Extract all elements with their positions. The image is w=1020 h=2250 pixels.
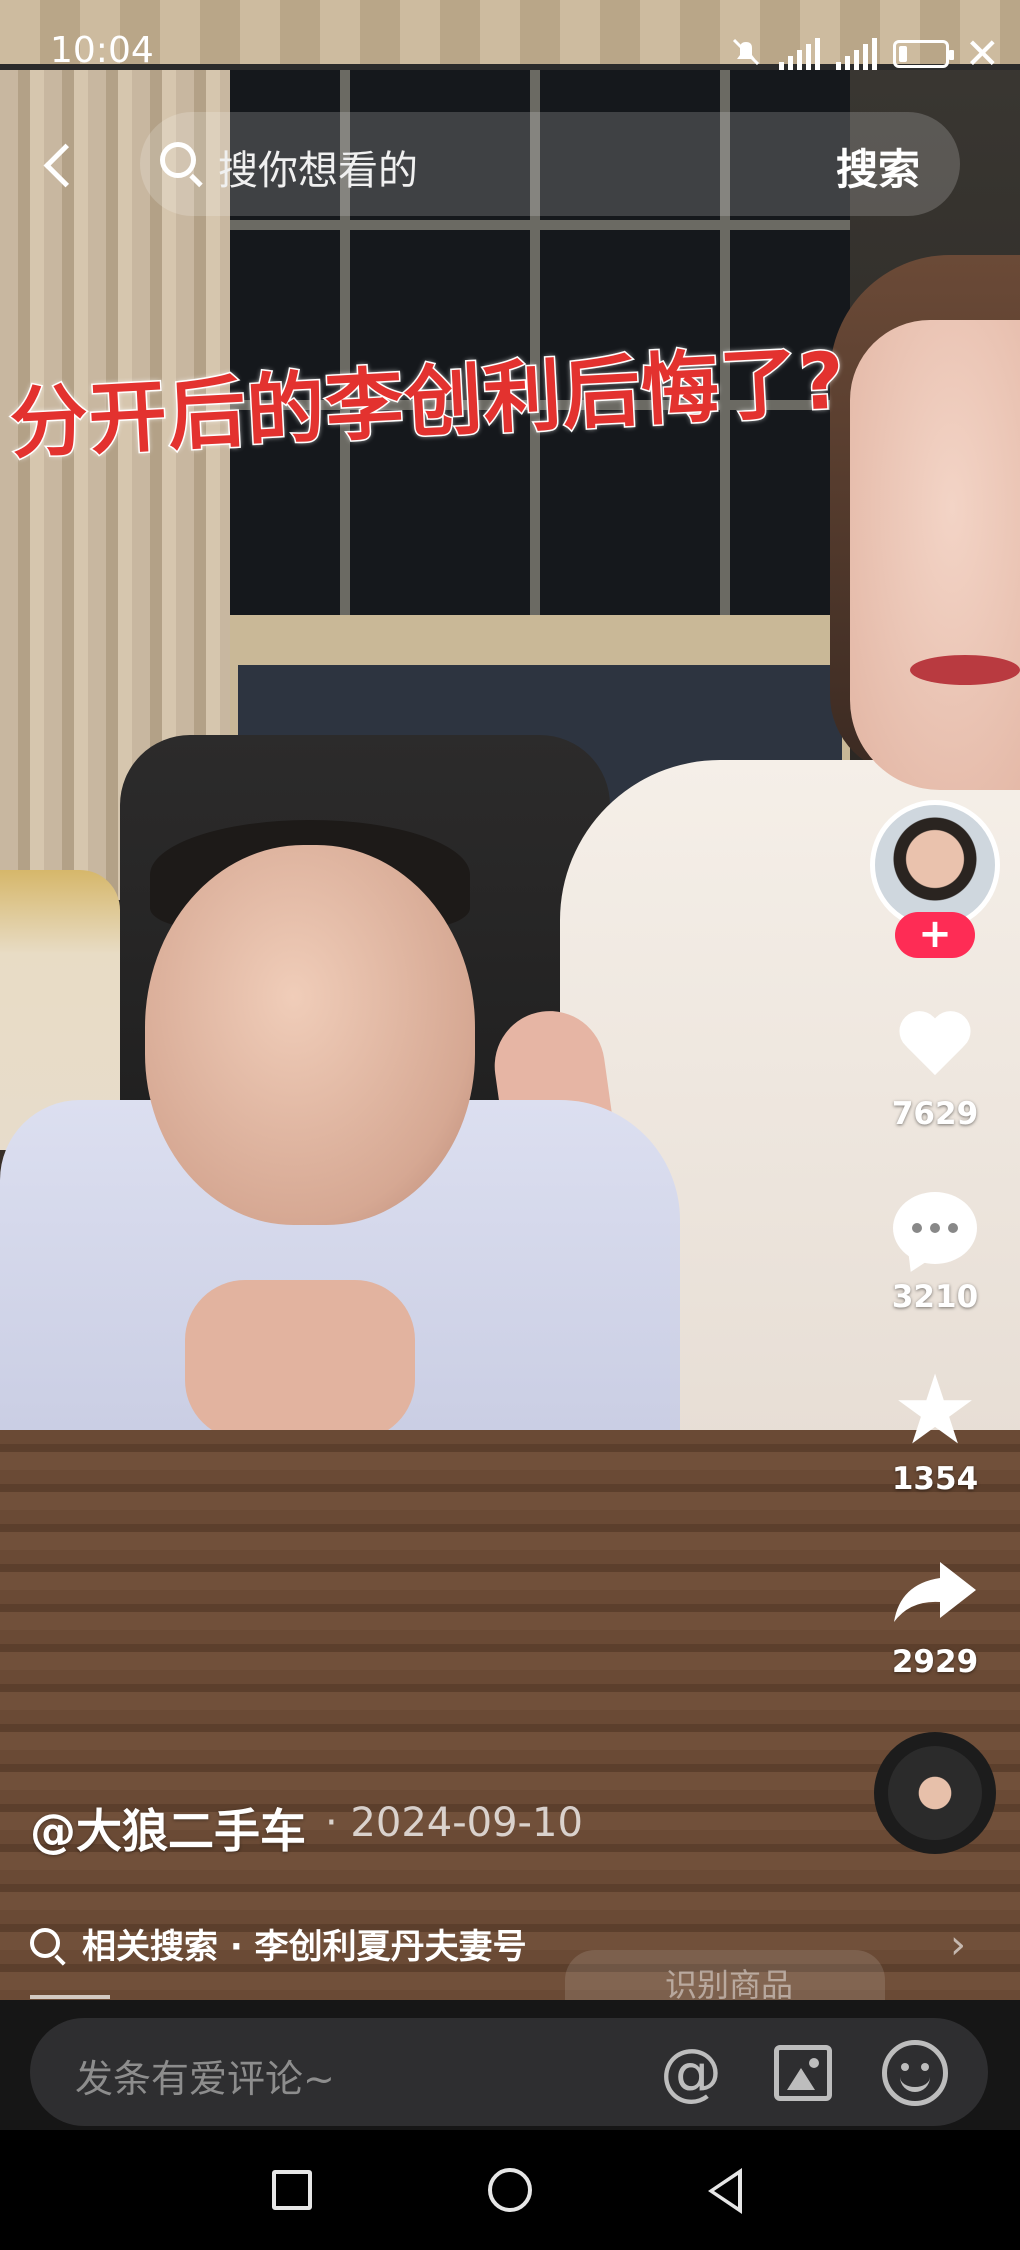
favorite-count: 1354 xyxy=(891,1461,979,1497)
recents-icon[interactable] xyxy=(272,2170,312,2210)
close-icon[interactable]: ✕ xyxy=(965,33,1000,75)
like-count: 7629 xyxy=(891,1096,979,1132)
favorite-button[interactable]: ★ 1354 xyxy=(870,1354,1000,1497)
comment-bar: 发条有爱评论~ @ xyxy=(0,2000,1020,2130)
man-hands xyxy=(185,1280,415,1440)
comment-button[interactable]: 3210 xyxy=(870,1183,1000,1315)
emoji-icon[interactable] xyxy=(882,2040,948,2106)
share-icon xyxy=(890,1556,980,1630)
home-icon[interactable] xyxy=(488,2168,532,2212)
video-player[interactable]: 分开后的李创利后悔了? xyxy=(0,0,1020,2000)
woman-lips xyxy=(910,655,1020,685)
wooden-table xyxy=(0,1430,1020,2000)
comment-count: 3210 xyxy=(891,1279,979,1315)
status-icons: ✕ xyxy=(729,33,1000,75)
search-bar: 搜你想看的 搜索 xyxy=(0,110,1020,220)
search-placeholder: 搜你想看的 xyxy=(218,148,418,194)
search-input[interactable]: 搜你想看的 搜索 xyxy=(140,112,960,216)
comment-placeholder: 发条有爱评论~ xyxy=(75,2057,335,2101)
man-head xyxy=(145,845,475,1225)
related-search[interactable]: 相关搜索 · 李创利夏丹夫妻号 xyxy=(30,1918,527,1968)
share-button[interactable]: 2929 xyxy=(870,1548,1000,1680)
search-button[interactable]: 搜索 xyxy=(836,136,920,197)
heart-icon xyxy=(900,1013,970,1077)
status-time: 10:04 xyxy=(50,30,154,71)
share-count: 2929 xyxy=(891,1644,979,1680)
back-icon[interactable] xyxy=(30,130,90,200)
related-search-label: 相关搜索 · 李创利夏丹夫妻号 xyxy=(82,1926,527,1967)
comment-input[interactable]: 发条有爱评论~ @ xyxy=(30,2018,988,2126)
chevron-right-icon[interactable]: › xyxy=(950,1922,966,1968)
back-icon[interactable] xyxy=(708,2168,742,2214)
video-progress[interactable] xyxy=(30,1995,110,1999)
search-icon xyxy=(160,142,196,178)
at-icon[interactable]: @ xyxy=(658,2040,724,2106)
signal-icon xyxy=(778,38,820,70)
comment-icon xyxy=(893,1192,977,1264)
music-disc-icon[interactable] xyxy=(874,1732,996,1854)
like-button[interactable]: 7629 xyxy=(870,1000,1000,1132)
star-icon: ★ xyxy=(891,1354,979,1466)
window-frame xyxy=(230,615,850,665)
post-date: · 2024-09-10 xyxy=(325,1800,583,1846)
search-icon xyxy=(30,1928,60,1958)
follow-button[interactable]: + xyxy=(895,912,975,958)
system-nav-bar xyxy=(0,2130,1020,2250)
signal-icon xyxy=(835,38,877,70)
status-bar: 10:04 ✕ xyxy=(0,0,1020,110)
author-name[interactable]: @大狼二手车 xyxy=(30,1795,306,1861)
image-icon[interactable] xyxy=(774,2045,832,2101)
mute-bell-icon xyxy=(729,35,763,73)
battery-icon xyxy=(892,40,954,68)
